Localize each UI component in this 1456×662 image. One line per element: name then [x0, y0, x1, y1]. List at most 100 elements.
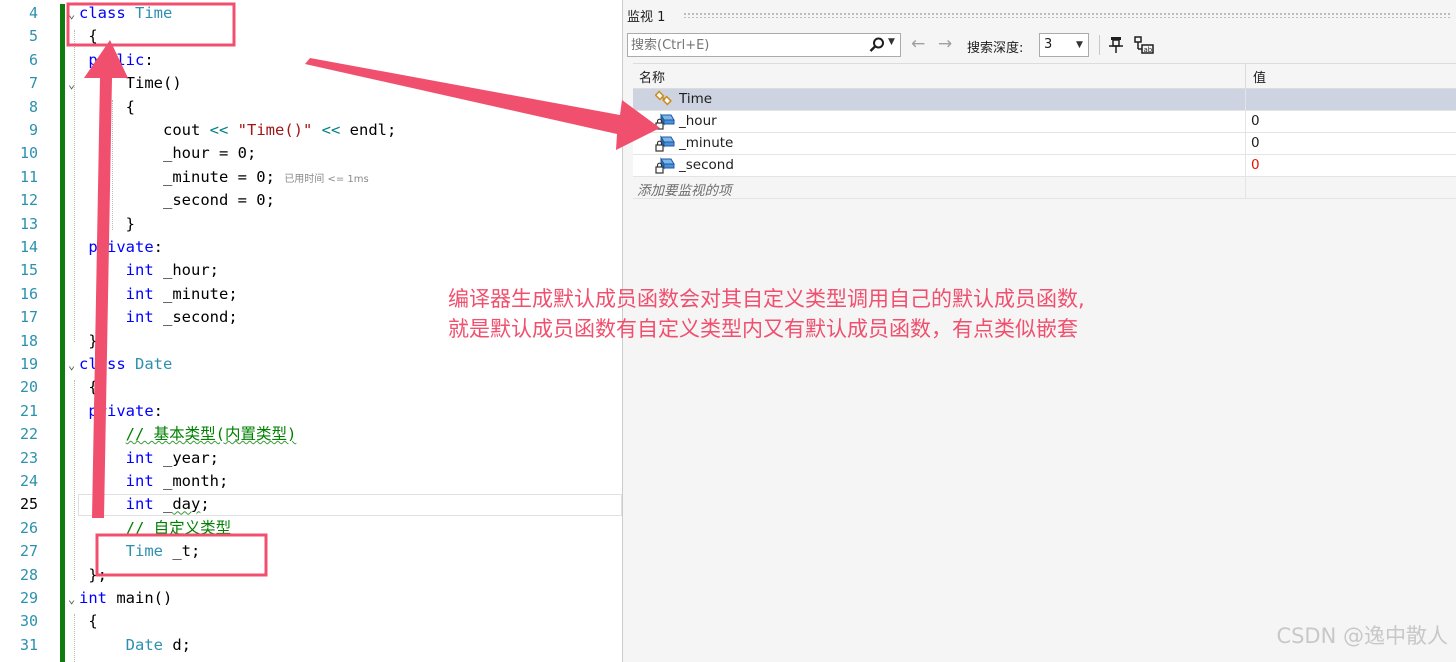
line-number: 29 [19, 589, 38, 607]
watch-row[interactable]: _hour 0 [633, 111, 1456, 133]
fold-chevron-icon[interactable]: ⌄ [68, 3, 79, 26]
code-line[interactable]: // 基本类型(内置类型) [68, 423, 297, 446]
search-options-chevron-icon[interactable]: ▼ [888, 37, 895, 47]
code-line[interactable]: // 自定义类型 [68, 517, 232, 540]
line-number: 9 [28, 121, 38, 139]
code-line[interactable]: }; [68, 564, 107, 587]
line-number: 15 [19, 261, 38, 280]
search-input[interactable] [631, 36, 863, 54]
code-token: _month; [153, 472, 229, 490]
code-token: _minute = 0; [79, 167, 285, 186]
code-line[interactable]: ⌄ class Time [68, 2, 172, 25]
change-tracking-bar [60, 4, 65, 662]
watch-row-name[interactable]: Time [679, 91, 712, 107]
watch-row[interactable]: Time [633, 89, 1456, 111]
code-line[interactable]: ⌄ class Date [68, 353, 172, 376]
watch-row-value[interactable]: 0 [1251, 113, 1260, 129]
code-token: int [125, 472, 154, 490]
arrow-left-icon[interactable]: ← [911, 34, 925, 54]
watch-row[interactable]: _minute 0 [633, 133, 1456, 155]
code-line[interactable]: int _year; [68, 447, 219, 470]
column-divider[interactable] [1245, 64, 1246, 88]
title-grip[interactable] [683, 12, 1451, 18]
line-number: 18 [19, 331, 38, 350]
pin-icon[interactable] [1107, 35, 1125, 55]
svg-text:ab: ab [1144, 46, 1153, 54]
code-token: }; [79, 331, 107, 350]
watch-row-name[interactable]: _minute [679, 135, 733, 151]
line-number: 5 [28, 27, 38, 46]
code-line[interactable]: { [68, 25, 97, 48]
code-line[interactable]: int _month; [68, 470, 229, 493]
search-icon[interactable] [868, 36, 886, 54]
code-line[interactable]: int _day; [68, 493, 210, 516]
watch-title[interactable]: 监视 1 [627, 6, 665, 25]
code-line[interactable]: _hour = 0; [68, 142, 256, 165]
code-line[interactable]: _second = 0; [68, 189, 275, 212]
search-box[interactable]: ▼ [627, 33, 901, 57]
column-value-header[interactable]: 值 [1253, 67, 1266, 86]
watermark: CSDN @逸中散人 [1276, 624, 1448, 648]
column-name-header[interactable]: 名称 [639, 67, 665, 86]
code-token: _minute; [153, 284, 238, 303]
line-number: 20 [19, 378, 38, 397]
chevron-down-icon[interactable]: ▼ [1076, 40, 1083, 50]
code-line[interactable]: int _hour; [68, 259, 219, 282]
line-number: 21 [19, 401, 38, 420]
code-line[interactable]: Time _t; [68, 540, 201, 563]
line-number: 10 [19, 144, 38, 163]
code-token: int [125, 448, 154, 467]
arrow-right-icon[interactable]: → [938, 34, 952, 54]
line-number: 14 [19, 238, 38, 256]
code-line[interactable]: ⌄ Time() [68, 72, 182, 95]
code-line[interactable]: { [68, 610, 98, 633]
watch-grid: 名称 值 Time _hour 0 _minute 0 _second 0 添加要监视的项 [633, 63, 1456, 199]
code-line[interactable]: private: [68, 400, 163, 423]
fold-chevron-icon[interactable]: ⌄ [68, 588, 79, 611]
code-token: class [79, 4, 126, 22]
code-token: } [79, 214, 135, 233]
code-line[interactable]: }; [68, 330, 107, 353]
fold-chevron-icon[interactable]: ⌄ [68, 354, 79, 377]
code-line[interactable]: { [68, 376, 97, 399]
code-line[interactable]: } [68, 213, 135, 236]
watch-row-value[interactable]: 0 [1251, 157, 1260, 173]
code-line[interactable]: int _minute; [68, 283, 238, 306]
line-number: 13 [19, 214, 38, 233]
watch-row-value[interactable]: 0 [1251, 135, 1260, 151]
code-token: endl; [340, 121, 397, 139]
fold-chevron-icon[interactable]: ⌄ [68, 73, 79, 96]
add-watch-placeholder[interactable]: 添加要监视的项 [637, 179, 732, 199]
line-number: 24 [19, 472, 38, 490]
code-token: _hour = 0; [79, 144, 257, 163]
code-line[interactable]: ⌄ int main() [68, 587, 172, 610]
code-line[interactable]: private: [68, 236, 163, 259]
code-line[interactable]: public: [68, 49, 153, 72]
code-line[interactable]: int _second; [68, 306, 238, 329]
watch-row[interactable]: _second 0 [633, 155, 1456, 177]
code-token: }; [79, 565, 107, 584]
code-line[interactable]: { [68, 96, 135, 119]
code-line[interactable]: cout << "Time()" << endl; [68, 119, 396, 142]
line-number: 19 [19, 355, 38, 373]
code-token: int [79, 589, 107, 607]
line-number: 8 [28, 97, 38, 116]
add-watch-row[interactable]: 添加要监视的项 [633, 177, 1456, 199]
watch-row-name[interactable]: _hour [679, 113, 717, 129]
search-depth-select[interactable]: 3 ▼ [1039, 33, 1089, 57]
line-number: 17 [19, 308, 38, 327]
code-token: day [172, 495, 201, 514]
watch-row-name[interactable]: _second [679, 157, 734, 173]
code-line[interactable]: Date d; [68, 634, 191, 657]
code-line[interactable]: _minute = 0; 已用时间 <= 1ms [68, 166, 369, 189]
code-token: { [79, 612, 98, 631]
watch-toolbar: ▼ ← → 搜索深度: 3 ▼ ab [623, 33, 1456, 59]
hierarchy-icon[interactable]: ab [1133, 35, 1155, 55]
